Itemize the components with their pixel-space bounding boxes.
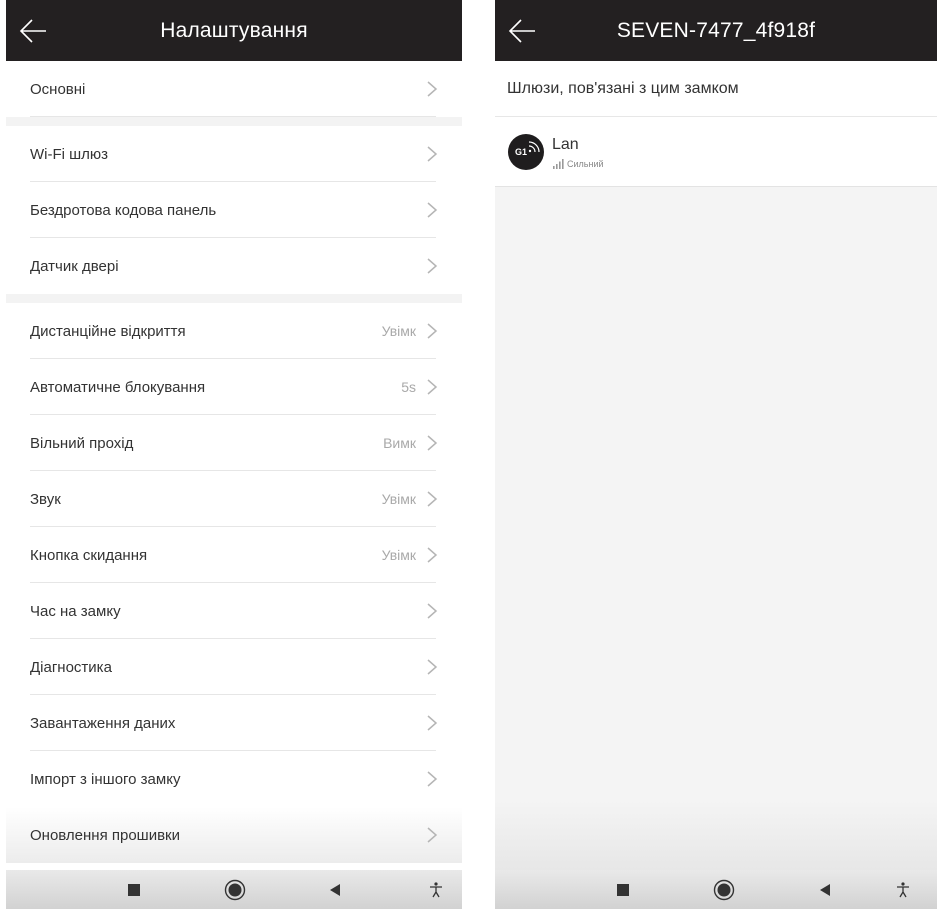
row-label: Діагностика: [30, 658, 112, 676]
page-title: SEVEN-7477_4f918f: [616, 18, 816, 42]
gateways-title-bar: SEVEN-7477_4f918f: [495, 0, 937, 61]
row-label: Дистанційне відкриття: [30, 322, 186, 340]
accessibility-button[interactable]: [416, 870, 456, 909]
gateway-name: Lan: [552, 136, 579, 153]
accessibility-icon: [897, 881, 909, 897]
row-label: Імпорт з іншого замку: [30, 770, 181, 788]
chevron-right-icon: [427, 547, 438, 563]
row-label: Датчик двері: [30, 257, 119, 275]
gateways-screen: SEVEN-7477_4f918f Шлюзи, пов'язані з цим…: [495, 0, 937, 909]
row-value: Увімк: [381, 547, 416, 563]
section-divider: [6, 294, 462, 303]
home-button[interactable]: [215, 870, 255, 909]
chevron-right-icon: [427, 603, 438, 619]
settings-row-wireless-keypad[interactable]: Бездротова кодова панель: [6, 182, 462, 238]
row-label: Вільний прохід: [30, 434, 134, 452]
chevron-right-icon: [427, 435, 438, 451]
settings-row-auto-lock[interactable]: Автоматичне блокування 5s: [6, 359, 462, 415]
chevron-right-icon: [427, 258, 438, 274]
section-divider: [6, 117, 462, 126]
settings-screen: Налаштування Основні Wi-Fi шлюз Бездрото…: [6, 0, 462, 909]
system-nav-bar: [6, 870, 462, 909]
square-nav-icon: [617, 883, 629, 896]
nav-back-button[interactable]: [805, 870, 845, 909]
system-nav-bar: [495, 870, 937, 909]
row-value: Увімк: [381, 491, 416, 507]
settings-row-wifi-gateway[interactable]: Wi-Fi шлюз: [6, 126, 462, 182]
accessibility-icon: [430, 881, 442, 897]
settings-title-bar: Налаштування: [6, 0, 462, 61]
chevron-right-icon: [427, 146, 438, 162]
settings-row-diagnostics[interactable]: Діагностика: [6, 639, 462, 695]
settings-row-lock-time[interactable]: Час на замку: [6, 583, 462, 639]
chevron-right-icon: [427, 323, 438, 339]
settings-row-reset-button[interactable]: Кнопка скидання Увімк: [6, 527, 462, 583]
accessibility-button[interactable]: [883, 870, 923, 909]
home-circle-icon: [713, 879, 735, 900]
signal-bars-icon: [553, 159, 564, 169]
nav-back-button[interactable]: [315, 870, 355, 909]
settings-row-firmware-update[interactable]: Оновлення прошивки: [6, 807, 462, 863]
row-label: Час на замку: [30, 602, 121, 620]
gateway-signal: Сильний: [553, 159, 604, 169]
home-circle-icon: [224, 879, 246, 900]
bottom-fade: [495, 800, 937, 870]
home-button[interactable]: [704, 870, 744, 909]
row-label: Автоматичне блокування: [30, 378, 206, 396]
settings-row-passage-mode[interactable]: Вільний прохід Вимк: [6, 415, 462, 471]
chevron-right-icon: [427, 81, 438, 97]
page-title: Налаштування: [160, 18, 308, 42]
row-value: Увімк: [381, 323, 416, 339]
gateway-badge-text: G1: [515, 147, 528, 157]
settings-row-general[interactable]: Основні: [6, 61, 462, 117]
row-label: Звук: [30, 490, 61, 508]
chevron-right-icon: [427, 715, 438, 731]
chevron-right-icon: [427, 379, 438, 395]
row-label: Основні: [30, 80, 86, 98]
row-label: Оновлення прошивки: [30, 826, 180, 844]
signal-strength-label: Сильний: [567, 159, 604, 169]
row-label: Wi-Fi шлюз: [30, 145, 109, 163]
chevron-right-icon: [427, 659, 438, 675]
triangle-back-icon: [820, 883, 830, 896]
chevron-right-icon: [427, 771, 438, 787]
row-label: Завантаження даних: [30, 714, 176, 732]
row-label: Бездротова кодова панель: [30, 201, 217, 219]
square-nav-icon: [128, 883, 140, 896]
recent-apps-button[interactable]: [603, 870, 643, 909]
triangle-back-icon: [330, 883, 340, 896]
recent-apps-button[interactable]: [114, 870, 154, 909]
chevron-right-icon: [427, 827, 438, 843]
chevron-right-icon: [427, 491, 438, 507]
gateway-list-item[interactable]: G1 Lan Сильний: [495, 117, 937, 187]
settings-row-sound[interactable]: Звук Увімк: [6, 471, 462, 527]
settings-row-door-sensor[interactable]: Датчик двері: [6, 238, 462, 294]
chevron-right-icon: [427, 202, 438, 218]
settings-row-import[interactable]: Імпорт з іншого замку: [6, 751, 462, 807]
settings-list: Основні Wi-Fi шлюз Бездротова кодова пан…: [6, 61, 462, 863]
row-value: 5s: [401, 379, 416, 395]
row-value: Вимк: [383, 435, 416, 451]
settings-row-upload-data[interactable]: Завантаження даних: [6, 695, 462, 751]
section-header: Шлюзи, пов'язані з цим замком: [495, 61, 937, 117]
wifi-waves-icon: [528, 141, 540, 153]
settings-row-remote-unlock[interactable]: Дистанційне відкриття Увімк: [6, 303, 462, 359]
row-label: Кнопка скидання: [30, 546, 148, 564]
gateway-wifi-icon: G1: [508, 134, 544, 170]
